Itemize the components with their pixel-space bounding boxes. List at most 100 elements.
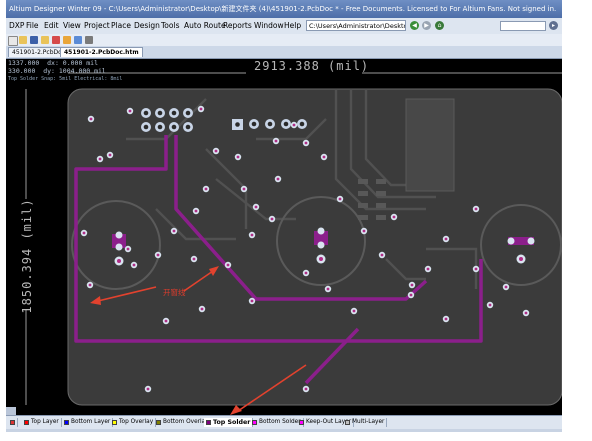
- layer-label: Top Solder: [213, 419, 251, 426]
- zoom-icon[interactable]: [63, 36, 71, 44]
- via-hole: [352, 309, 356, 313]
- open-project-icon[interactable]: [41, 36, 49, 44]
- title-bar: Altium Designer Winter 09 - C:\Users\Adm…: [6, 0, 562, 18]
- via-hole: [236, 155, 240, 159]
- menu-place[interactable]: Place: [111, 21, 131, 30]
- via-hole: [322, 155, 326, 159]
- via-hole: [474, 267, 478, 271]
- via-hole: [128, 109, 132, 113]
- via-hole: [164, 319, 168, 323]
- back-icon[interactable]: ◀: [410, 21, 419, 30]
- via-hole: [504, 285, 508, 289]
- via-hole: [444, 237, 448, 241]
- document-tabs: 451901-2.PcbDoc * 451901-2.PcbDoc.htm: [6, 46, 562, 59]
- print-icon[interactable]: [52, 36, 60, 44]
- menu-project[interactable]: Project: [84, 21, 110, 30]
- menu-help[interactable]: Help: [284, 21, 301, 30]
- pcb-canvas[interactable]: 1337.000 dx: 0.000 mil 330.000 dy: 1004.…: [6, 59, 562, 415]
- via-hole: [380, 253, 384, 257]
- via-hole: [199, 107, 203, 111]
- via-hole: [326, 287, 330, 291]
- via-hole: [192, 257, 196, 261]
- via-hole: [270, 217, 274, 221]
- search-field[interactable]: [500, 21, 546, 31]
- layer-label: Bottom Layer: [71, 419, 111, 425]
- forward-icon[interactable]: ▶: [422, 21, 431, 30]
- menu-reports[interactable]: Reports: [223, 21, 252, 30]
- via-hole: [304, 387, 308, 391]
- via-hole: [304, 271, 308, 275]
- layer-nav-icon[interactable]: [8, 418, 18, 427]
- search-go-icon[interactable]: ▸: [549, 21, 558, 30]
- tab-pcbdoc-htm[interactable]: 451901-2.PcbDoc.htm: [60, 47, 143, 57]
- open-folder-icon[interactable]: [19, 36, 27, 44]
- via-hole: [410, 283, 414, 287]
- dimension-height-label: 1850.394 (mil): [20, 198, 34, 314]
- pcb-board-drawing: [25, 72, 562, 415]
- board-outline: [67, 88, 562, 406]
- via-hole: [274, 139, 278, 143]
- menu-tools[interactable]: Tools: [161, 21, 179, 30]
- via-hole: [409, 293, 413, 297]
- menu-auto-route[interactable]: Auto Route: [184, 21, 226, 30]
- via-hole: [392, 215, 396, 219]
- layer-tab-top-overlay[interactable]: Top Overlay: [110, 418, 157, 427]
- layer-swatch: [24, 420, 29, 425]
- layer-tab-bottom-layer[interactable]: Bottom Layer: [62, 418, 114, 427]
- readout-dx: dx: 0.000 mil: [47, 59, 99, 67]
- layer-label: Multi-Layer: [352, 419, 385, 425]
- via-hole: [444, 317, 448, 321]
- new-document-icon[interactable]: [8, 36, 18, 46]
- layer-swatch: [206, 420, 211, 425]
- via-hole: [474, 207, 478, 211]
- via-hole: [488, 303, 492, 307]
- via-hole: [226, 263, 230, 267]
- save-icon[interactable]: [30, 36, 38, 44]
- via-hole: [254, 205, 258, 209]
- menu-bar: DXP File Edit View Project Place Design …: [6, 18, 562, 35]
- window-title: Altium Designer Winter 09 - C:\Users\Adm…: [9, 5, 557, 13]
- menu-dxp[interactable]: DXP: [9, 21, 24, 30]
- browse-icon[interactable]: [85, 36, 93, 44]
- via-hole: [338, 197, 342, 201]
- layer-label: Top Layer: [31, 419, 59, 425]
- via-hole: [362, 229, 366, 233]
- readout-x: 1337.000: [8, 59, 40, 67]
- layer-tab-top-solder[interactable]: Top Solder: [204, 418, 254, 427]
- zoom-fit-icon[interactable]: [74, 36, 82, 44]
- layer-label: Top Overlay: [119, 419, 154, 425]
- via-hole: [126, 247, 130, 251]
- via-hole: [156, 253, 160, 257]
- menu-window[interactable]: Window: [254, 21, 284, 30]
- layer-tab-top-layer[interactable]: Top Layer: [22, 418, 62, 427]
- via-hole: [146, 387, 150, 391]
- corner-scroll[interactable]: [6, 407, 16, 415]
- via-hole: [292, 123, 296, 127]
- layer-swatch: [252, 420, 257, 425]
- layer-tab-multi-layer[interactable]: Multi-Layer: [343, 418, 388, 427]
- readout-dy: dy: 1004.000 mil: [43, 67, 106, 75]
- via-hole: [132, 263, 136, 267]
- menu-edit[interactable]: Edit: [44, 21, 59, 30]
- via-hole: [89, 117, 93, 121]
- menu-file[interactable]: File: [26, 21, 39, 30]
- layer-swatch: [299, 420, 304, 425]
- home-icon[interactable]: ⌂: [435, 21, 444, 30]
- layer-tab-bottom-solder[interactable]: Bottom Solder: [250, 418, 304, 427]
- layer-swatch: [156, 420, 161, 425]
- via-hole: [242, 187, 246, 191]
- menu-design[interactable]: Design: [134, 21, 160, 30]
- via-hole: [250, 233, 254, 237]
- toolbar: [6, 34, 562, 46]
- document-path-field[interactable]: C:\Users\Administrator\Deskto: [306, 20, 406, 31]
- menu-view[interactable]: View: [63, 21, 81, 30]
- via-hole: [250, 299, 254, 303]
- layer-label: Bottom Overlay: [163, 419, 209, 425]
- connector-block: [405, 98, 455, 192]
- via-hole: [194, 209, 198, 213]
- dimension-width-label: 2913.388 (mil): [254, 59, 370, 73]
- via-hole: [204, 187, 208, 191]
- layer-tab-bottom-overlay[interactable]: Bottom Overlay: [154, 418, 212, 427]
- layer-swatch: [64, 420, 69, 425]
- layer-swatch: [112, 420, 117, 425]
